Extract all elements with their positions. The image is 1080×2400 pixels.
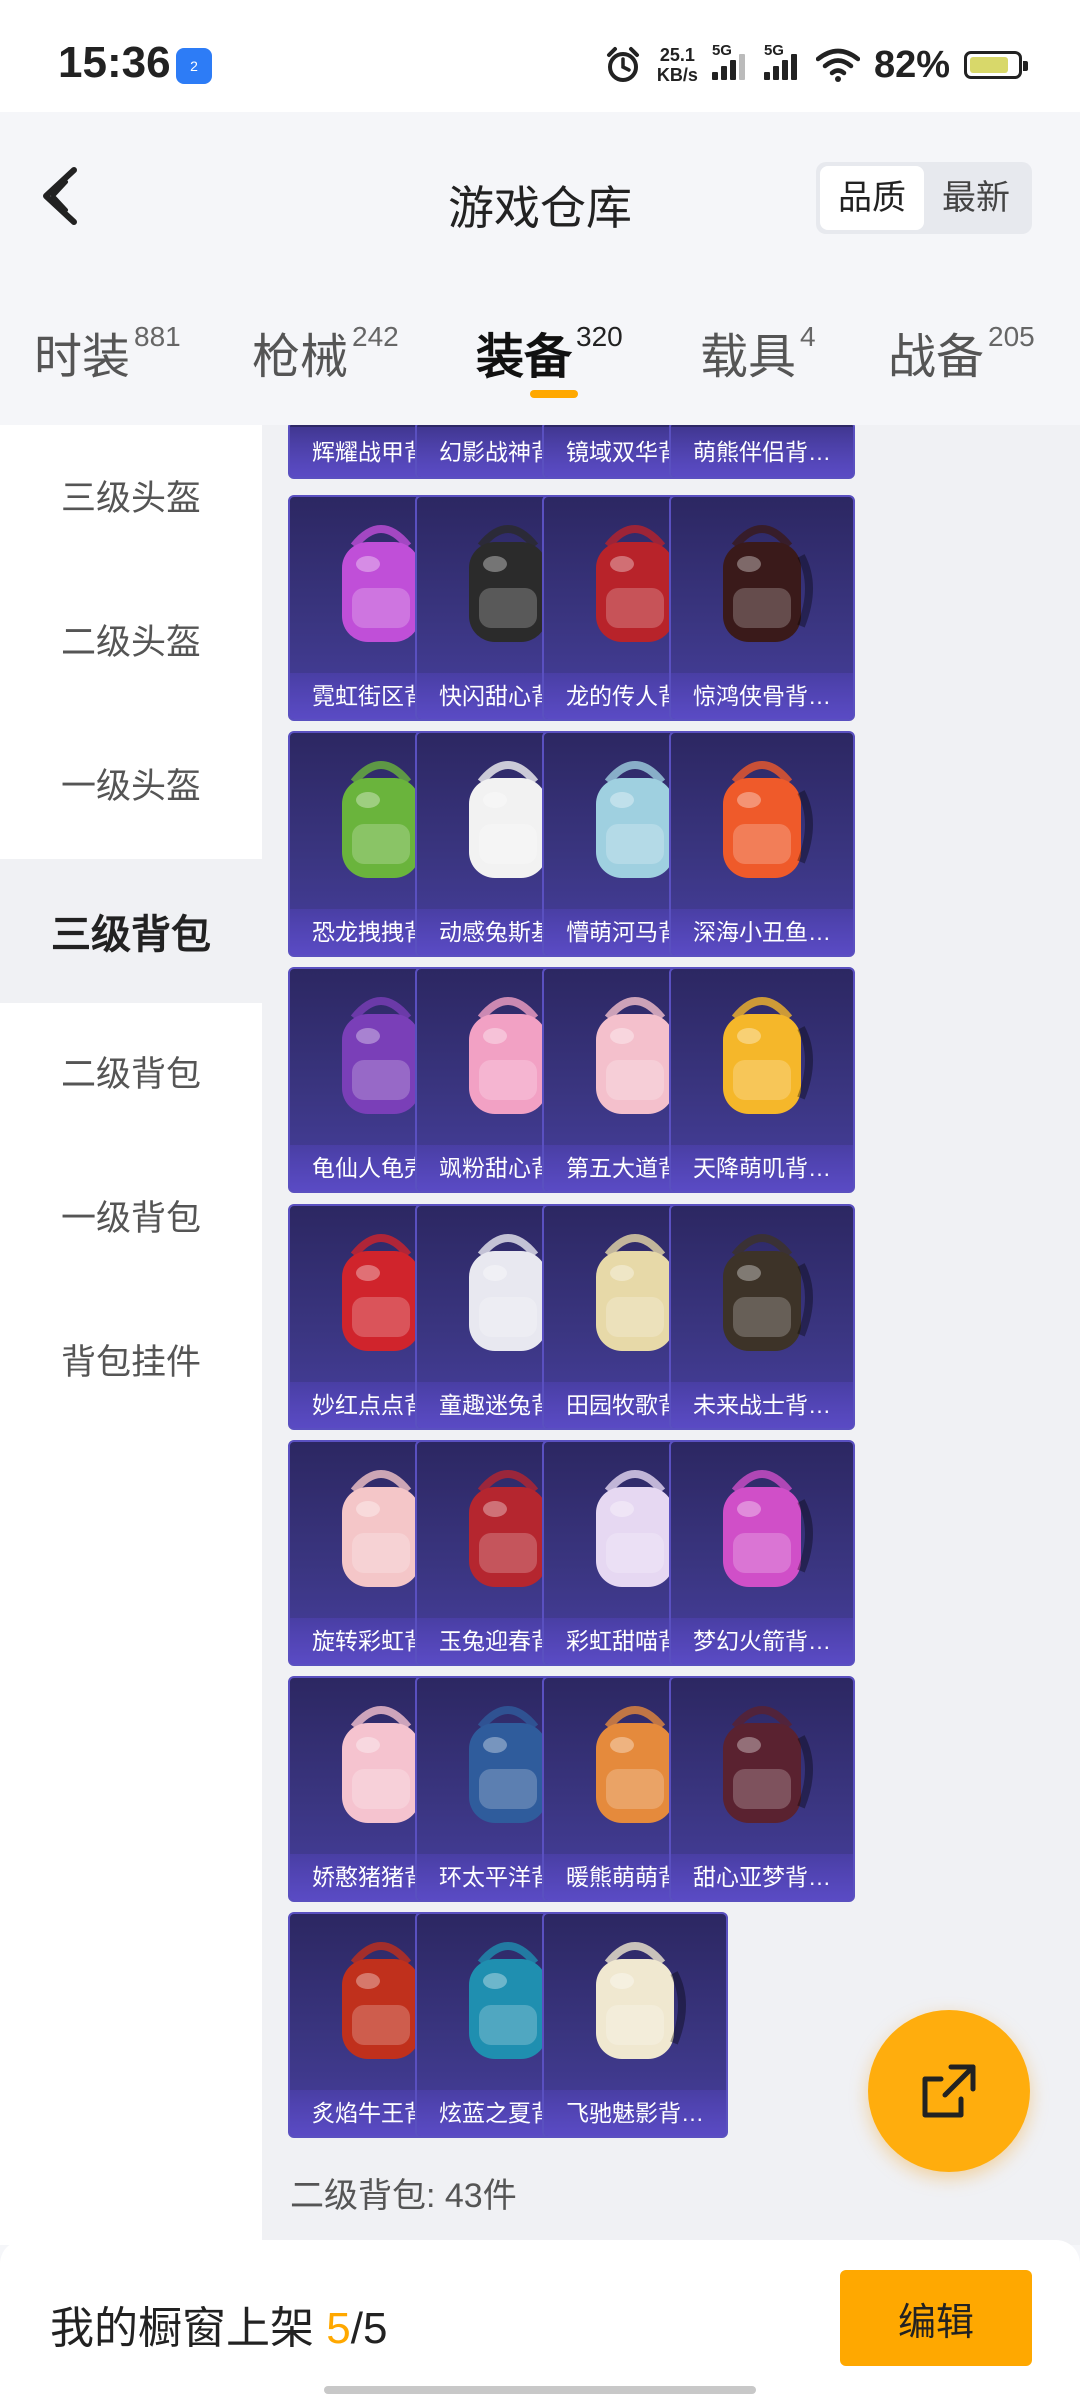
tab-count: 242	[352, 321, 399, 352]
share-external-icon	[922, 2064, 976, 2118]
network-speed-unit: KB/s	[656, 65, 698, 85]
sidebar-item-level1-backpack[interactable]: 一级背包	[0, 1143, 262, 1287]
dream-backpack-icon	[671, 1678, 853, 1856]
tab-count: 4	[800, 321, 816, 352]
future-warrior-backpack-icon	[671, 1206, 853, 1384]
network-speed-value: 25.1	[659, 45, 695, 65]
tab-count: 205	[988, 321, 1035, 352]
sort-toggle: 品质 最新	[816, 162, 1032, 234]
tab-label: 战备	[888, 331, 985, 384]
sidebar-item-level3-helmet[interactable]: 三级头盔	[0, 423, 262, 567]
sidebar-item-level2-backpack[interactable]: 二级背包	[0, 999, 262, 1143]
yellow-backpack-icon	[671, 969, 853, 1147]
sidebar-item-level1-helmet[interactable]: 一级头盔	[0, 711, 262, 855]
sidebar-item-level2-helmet[interactable]: 二级头盔	[0, 567, 262, 711]
tab-combat-gear[interactable]: 战备 205	[888, 317, 1035, 407]
showcase-total: 5	[362, 2304, 388, 2353]
wifi-icon	[815, 48, 860, 82]
rocket-backpack-icon	[671, 1442, 853, 1620]
item-card[interactable]: 萌熊伴侣背…	[669, 425, 855, 479]
racing-phantom-backpack-icon	[544, 1914, 726, 2092]
share-button[interactable]	[868, 2010, 1030, 2172]
home-indicator[interactable]	[324, 2386, 756, 2394]
network-speed: 25.1 KB/s	[657, 45, 698, 85]
item-card[interactable]: 天降萌叽背…	[669, 967, 855, 1194]
signal-icon: 5G	[711, 42, 750, 80]
item-label: 深海小丑鱼…	[671, 909, 853, 956]
signal-label: 5G	[711, 42, 732, 59]
sidebar-item-backpack-charm[interactable]: 背包挂件	[0, 1287, 262, 1431]
sort-option-latest[interactable]: 最新	[924, 166, 1028, 230]
item-grid: 辉耀战甲背… 幻影战神背… 镜域双华背… 萌熊伴侣背… 霓虹街区背… 快闪甜心背… 龙的传人…	[262, 425, 1080, 2245]
signal-icon: 5G	[763, 42, 802, 80]
item-card[interactable]: 惊鸿侠骨背…	[669, 495, 855, 721]
alarm-icon	[606, 47, 639, 82]
item-label: 天降萌叽背…	[671, 1145, 853, 1192]
item-card[interactable]: 未来战士背…	[669, 1203, 855, 1430]
tab-label: 载具	[700, 331, 797, 384]
item-label: 飞驰魅影背…	[544, 2090, 726, 2137]
knight-backpack-icon	[671, 497, 853, 675]
tab-label: 时装	[34, 331, 131, 384]
item-label: 梦幻火箭背…	[671, 1617, 853, 1664]
item-card[interactable]: 深海小丑鱼…	[669, 731, 855, 958]
showcase-label: 我的橱窗上架	[50, 2304, 327, 2353]
tab-vehicles[interactable]: 载具 4	[700, 317, 816, 407]
item-card[interactable]: 甜心亚梦背…	[669, 1675, 855, 1902]
showcase-sep: /	[350, 2304, 363, 2353]
tab-label: 装备	[476, 331, 573, 384]
notification-app-icon: 2	[176, 48, 212, 84]
sidebar-item-level3-backpack[interactable]: 三级背包	[0, 859, 262, 1003]
status-bar: 15:36 2 25.1 KB/s 5G 5G 82%	[0, 0, 1080, 112]
tab-count: 320	[576, 321, 623, 352]
item-label: 未来战士背…	[671, 1381, 853, 1428]
item-label: 甜心亚梦背…	[671, 1853, 853, 1900]
tab-fashion[interactable]: 时装 881	[34, 317, 181, 407]
status-time: 15:36	[58, 38, 171, 87]
battery-icon	[964, 51, 1028, 79]
battery-level	[970, 57, 1008, 73]
signal-label: 5G	[763, 42, 784, 59]
sidebar: 三级头盔 二级头盔 一级头盔 三级背包 二级背包 一级背包 背包挂件	[0, 425, 262, 2245]
edit-button[interactable]: 编辑	[840, 2270, 1032, 2366]
clownfish-backpack-icon	[671, 733, 853, 911]
sort-option-quality[interactable]: 品质	[820, 166, 924, 230]
tab-label: 枪械	[252, 331, 349, 384]
battery-percent: 82%	[873, 43, 950, 86]
section-count: 二级背包: 43件	[290, 2177, 517, 2215]
bottom-bar: 我的橱窗上架 5/5 编辑	[0, 2240, 1080, 2400]
item-card[interactable]: 飞驰魅影背…	[542, 1912, 728, 2139]
item-label: 萌熊伴侣背…	[671, 427, 853, 477]
showcase-current: 5	[326, 2304, 351, 2353]
tab-count: 881	[134, 321, 181, 352]
header: 游戏仓库 品质 最新 时装 881 枪械 242 装备 320 载具 4 战备 205	[0, 112, 1080, 412]
status-indicators: 25.1 KB/s 5G 5G 82%	[603, 40, 1028, 90]
showcase-status: 我的橱窗上架 5/5	[50, 2292, 387, 2356]
item-label: 惊鸿侠骨背…	[671, 673, 853, 719]
tab-firearms[interactable]: 枪械 242	[252, 317, 399, 407]
active-tab-indicator	[530, 390, 578, 398]
item-card[interactable]: 梦幻火箭背…	[669, 1439, 855, 1666]
